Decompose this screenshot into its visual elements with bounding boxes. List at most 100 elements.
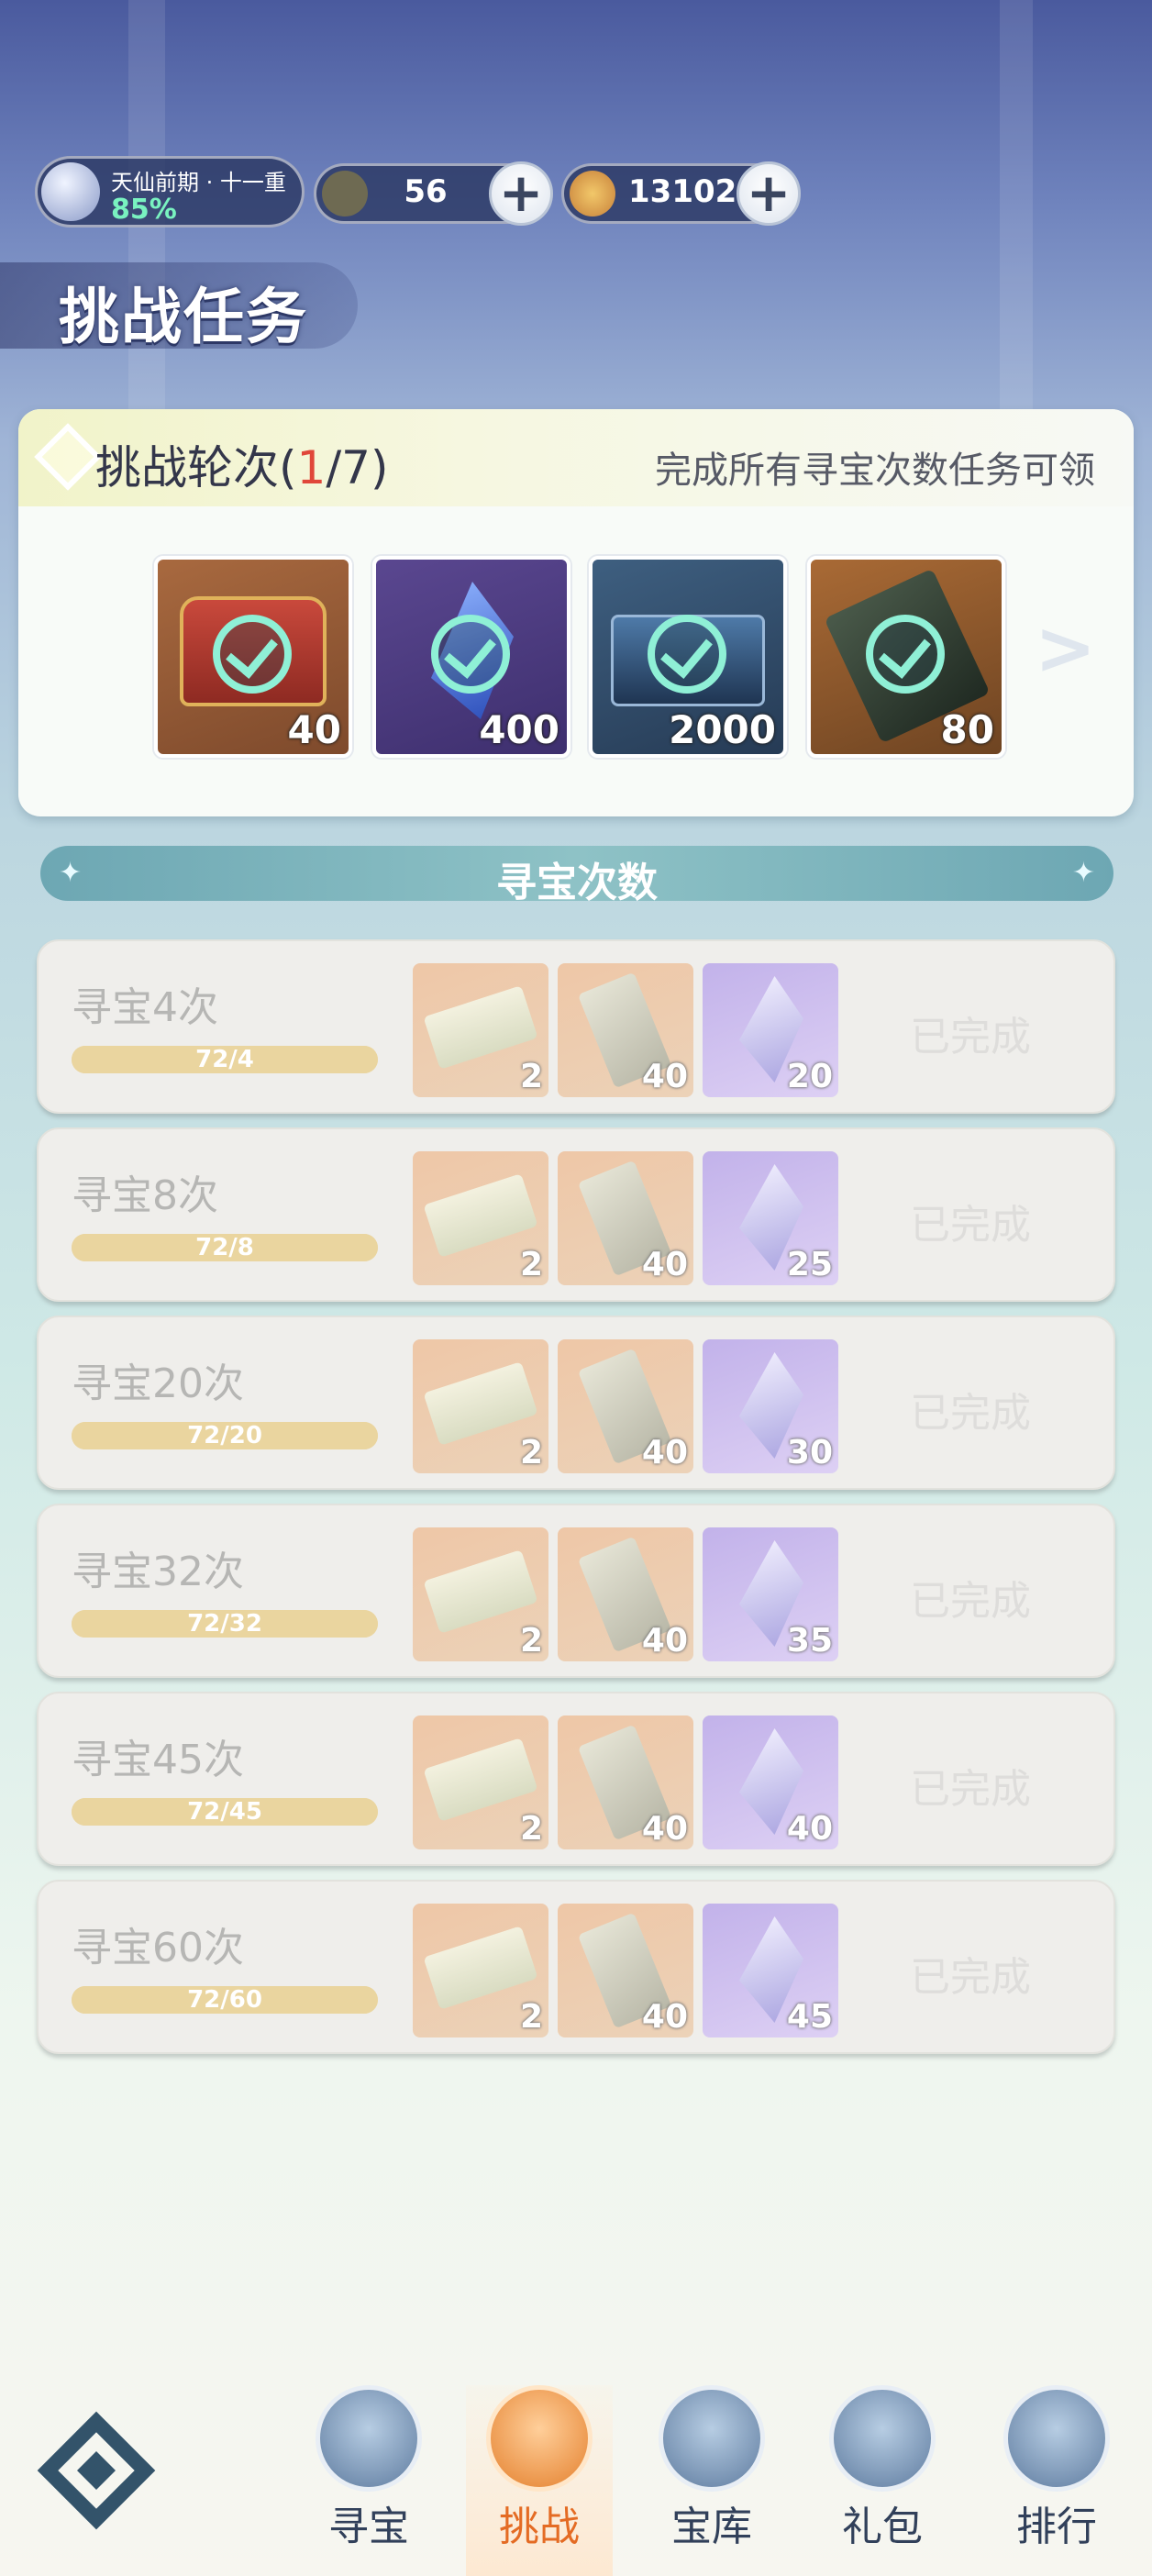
rank-progress: 85% — [111, 194, 177, 226]
task-title: 寻宝20次 — [72, 1360, 244, 1407]
item-quantity: 40 — [786, 1810, 833, 1848]
nav-tab[interactable]: 寻宝 — [295, 2385, 442, 2576]
task-row[interactable]: 寻宝20次 72/20 2 40 30 已完成 — [37, 1316, 1115, 1490]
reward-item-map-scroll[interactable]: 2 — [413, 963, 548, 1097]
reward-quantity: 40 — [287, 707, 341, 752]
item-quantity: 20 — [786, 1058, 833, 1095]
task-progress-bar: 72/45 — [72, 1798, 378, 1826]
task-status: 已完成 — [910, 1954, 1031, 2001]
reward-item-token[interactable]: 40 — [558, 1339, 693, 1473]
task-status: 已完成 — [910, 1390, 1031, 1437]
task-row[interactable]: 寻宝45次 72/45 2 40 40 已完成 — [37, 1692, 1115, 1866]
task-progress-bar: 72/20 — [72, 1422, 378, 1449]
task-row[interactable]: 寻宝4次 72/4 2 40 20 已完成 — [37, 939, 1115, 1114]
scroll-icon — [486, 2385, 593, 2492]
currency-token-pill: 56 + — [314, 161, 553, 226]
challenge-round-panel: 挑战轮次(1/7) 完成所有寻宝次数任务可领 40 400 2000 80 > — [18, 409, 1134, 816]
round-reward-card[interactable]: 2000 — [589, 556, 787, 758]
treasure-bag-icon — [316, 2385, 422, 2492]
item-quantity: 45 — [786, 1998, 833, 2036]
reward-item-map-scroll[interactable]: 2 — [413, 1904, 548, 2037]
item-quantity: 40 — [641, 1434, 688, 1471]
reward-item-map-scroll[interactable]: 2 — [413, 1151, 548, 1285]
nav-tab[interactable]: 礼包 — [809, 2385, 956, 2576]
round-current: 1 — [296, 441, 327, 494]
claimed-check-icon — [648, 615, 726, 694]
add-coin-button[interactable]: + — [737, 161, 801, 226]
reward-item-map-scroll[interactable]: 2 — [413, 1527, 548, 1661]
task-progress-bar: 72/4 — [72, 1046, 378, 1073]
round-title: 挑战轮次(1/7) — [95, 431, 389, 497]
task-row[interactable]: 寻宝32次 72/32 2 40 35 已完成 — [37, 1504, 1115, 1678]
reward-quantity: 400 — [479, 707, 559, 752]
cultivation-rank-pill[interactable]: 天仙前期 · 十一重 85% — [35, 156, 305, 228]
nav-label: 挑战 — [499, 2504, 580, 2550]
task-row[interactable]: 寻宝8次 72/8 2 40 25 已完成 — [37, 1127, 1115, 1302]
claimed-check-icon — [431, 615, 510, 694]
item-quantity: 40 — [641, 1622, 688, 1660]
task-progress-text: 72/20 — [187, 1422, 262, 1449]
reward-item-map-scroll[interactable]: 2 — [413, 1715, 548, 1849]
section-title: 寻宝次数 — [496, 860, 658, 906]
vault-icon — [659, 2385, 765, 2492]
task-progress-text: 72/60 — [187, 1986, 262, 2014]
claimed-check-icon — [866, 615, 945, 694]
task-progress-text: 72/45 — [187, 1798, 262, 1826]
section-header: ✦ 寻宝次数 ✦ — [40, 846, 1113, 906]
task-status: 已完成 — [910, 1578, 1031, 1625]
diamond-icon — [34, 423, 102, 491]
reward-quantity: 2000 — [669, 707, 776, 752]
spirit-coin-icon — [570, 171, 615, 217]
reward-item-map-scroll[interactable]: 2 — [413, 1339, 548, 1473]
item-quantity: 40 — [641, 1246, 688, 1283]
reward-quantity: 80 — [940, 707, 994, 752]
reward-item-crystal[interactable]: 20 — [703, 963, 838, 1097]
reward-item-crystal[interactable]: 45 — [703, 1904, 838, 2037]
reward-item-token[interactable]: 40 — [558, 1151, 693, 1285]
nav-label: 寻宝 — [328, 2504, 409, 2550]
task-status: 已完成 — [910, 1014, 1031, 1060]
task-status: 已完成 — [910, 1766, 1031, 1813]
nav-label: 宝库 — [671, 2504, 752, 2550]
task-title: 寻宝32次 — [72, 1549, 244, 1595]
nav-tab[interactable]: 挑战 — [466, 2385, 613, 2576]
avatar — [41, 162, 100, 221]
home-logo-icon[interactable] — [37, 2411, 156, 2530]
task-progress-bar: 72/60 — [72, 1986, 378, 2014]
round-reward-card[interactable]: 400 — [372, 556, 570, 758]
reward-item-crystal[interactable]: 30 — [703, 1339, 838, 1473]
reward-item-crystal[interactable]: 35 — [703, 1527, 838, 1661]
page-title: 挑战任务 — [59, 282, 308, 352]
currency-token-value: 56 — [404, 173, 448, 210]
currency-coin-pill: 13102 + — [561, 161, 801, 226]
next-rewards-arrow-icon[interactable]: > — [1035, 612, 1096, 686]
item-quantity: 40 — [641, 1810, 688, 1848]
sparkle-icon: ✦ — [1071, 857, 1095, 889]
nav-tab[interactable]: 排行 — [983, 2385, 1130, 2576]
round-reward-card[interactable]: 40 — [154, 556, 352, 758]
round-total: /7) — [326, 441, 389, 494]
task-row[interactable]: 寻宝60次 72/60 2 40 45 已完成 — [37, 1880, 1115, 2054]
task-title: 寻宝4次 — [72, 984, 218, 1031]
round-reward-card[interactable]: 80 — [807, 556, 1005, 758]
reward-item-token[interactable]: 40 — [558, 963, 693, 1097]
round-title-prefix: 挑战轮次( — [95, 441, 297, 494]
item-quantity: 2 — [519, 1246, 543, 1283]
reward-item-crystal[interactable]: 40 — [703, 1715, 838, 1849]
add-token-button[interactable]: + — [489, 161, 553, 226]
reward-item-token[interactable]: 40 — [558, 1715, 693, 1849]
nav-tab[interactable]: 宝库 — [638, 2385, 785, 2576]
reward-item-token[interactable]: 40 — [558, 1527, 693, 1661]
reward-item-token[interactable]: 40 — [558, 1904, 693, 2037]
task-status: 已完成 — [910, 1202, 1031, 1249]
task-title: 寻宝60次 — [72, 1925, 244, 1971]
task-title: 寻宝45次 — [72, 1737, 244, 1783]
task-progress-text: 72/8 — [195, 1234, 254, 1261]
reward-item-crystal[interactable]: 25 — [703, 1151, 838, 1285]
item-quantity: 40 — [641, 1998, 688, 2036]
item-quantity: 2 — [519, 1434, 543, 1471]
background-light-beam — [1000, 0, 1033, 477]
gift-pavilion-icon — [829, 2385, 936, 2492]
task-title: 寻宝8次 — [72, 1172, 218, 1219]
nav-label: 排行 — [1016, 2504, 1097, 2550]
